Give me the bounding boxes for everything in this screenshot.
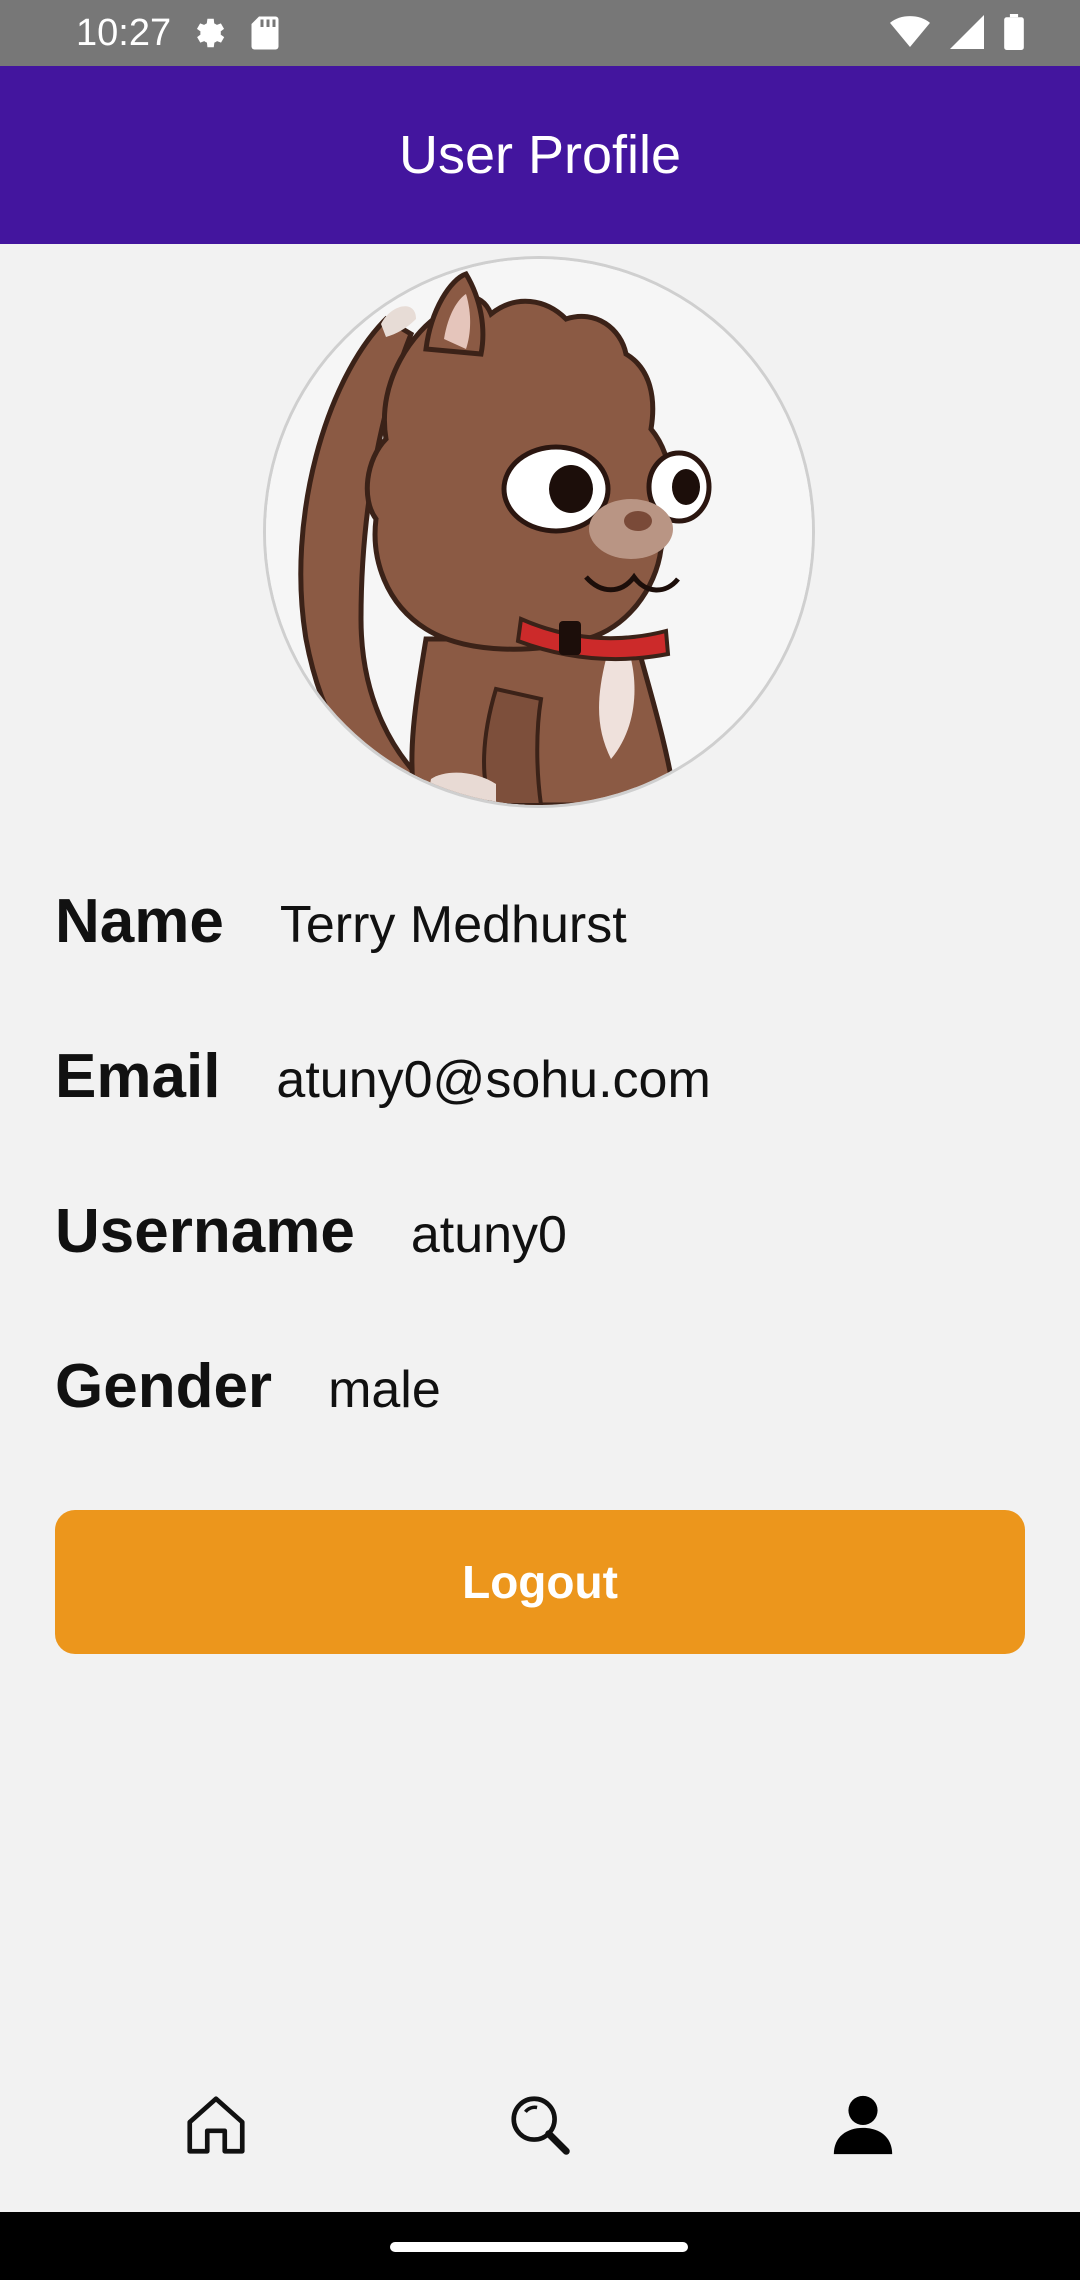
email-row: Email atuny0@sohu.com (55, 1042, 711, 1112)
system-navigation-bar (0, 2212, 1080, 2280)
status-bar: 10:27 (0, 0, 1080, 66)
battery-icon (1004, 14, 1024, 55)
nav-profile-tab[interactable] (818, 2080, 908, 2170)
signal-icon (950, 15, 984, 54)
gender-value: male (328, 1361, 441, 1419)
name-value: Terry Medhurst (279, 896, 627, 954)
person-icon (833, 2095, 893, 2155)
username-value: atuny0 (410, 1206, 567, 1264)
profile-screen: 10:27 User Profile Name Terry Medhurst E… (0, 0, 1080, 2280)
status-time: 10:27 (76, 12, 172, 54)
logout-button[interactable]: Logout (55, 1510, 1025, 1654)
cartoon-cat-avatar (266, 259, 812, 805)
page-title: User Profile (398, 125, 682, 185)
search-icon (511, 2096, 570, 2155)
app-bar: User Profile (0, 66, 1080, 244)
email-label: Email (55, 1042, 221, 1111)
name-row: Name Terry Medhurst (55, 887, 627, 957)
wifi-icon (890, 15, 930, 54)
nav-home-tab[interactable] (171, 2080, 261, 2170)
gender-label: Gender (55, 1352, 273, 1421)
sd-card-icon (250, 15, 280, 56)
email-value: atuny0@sohu.com (276, 1051, 711, 1109)
home-gesture-handle[interactable] (390, 2242, 688, 2252)
avatar (266, 259, 812, 805)
status-left-icons (190, 14, 280, 57)
gender-row: Gender male (55, 1352, 441, 1422)
username-label: Username (55, 1197, 355, 1266)
settings-icon (190, 14, 228, 57)
status-right-icons (890, 14, 1024, 55)
username-row: Username atuny0 (55, 1197, 567, 1267)
nav-search-tab[interactable] (495, 2080, 585, 2170)
bottom-navigation (0, 2040, 1080, 2212)
home-icon (187, 2096, 245, 2154)
name-label: Name (55, 887, 224, 956)
